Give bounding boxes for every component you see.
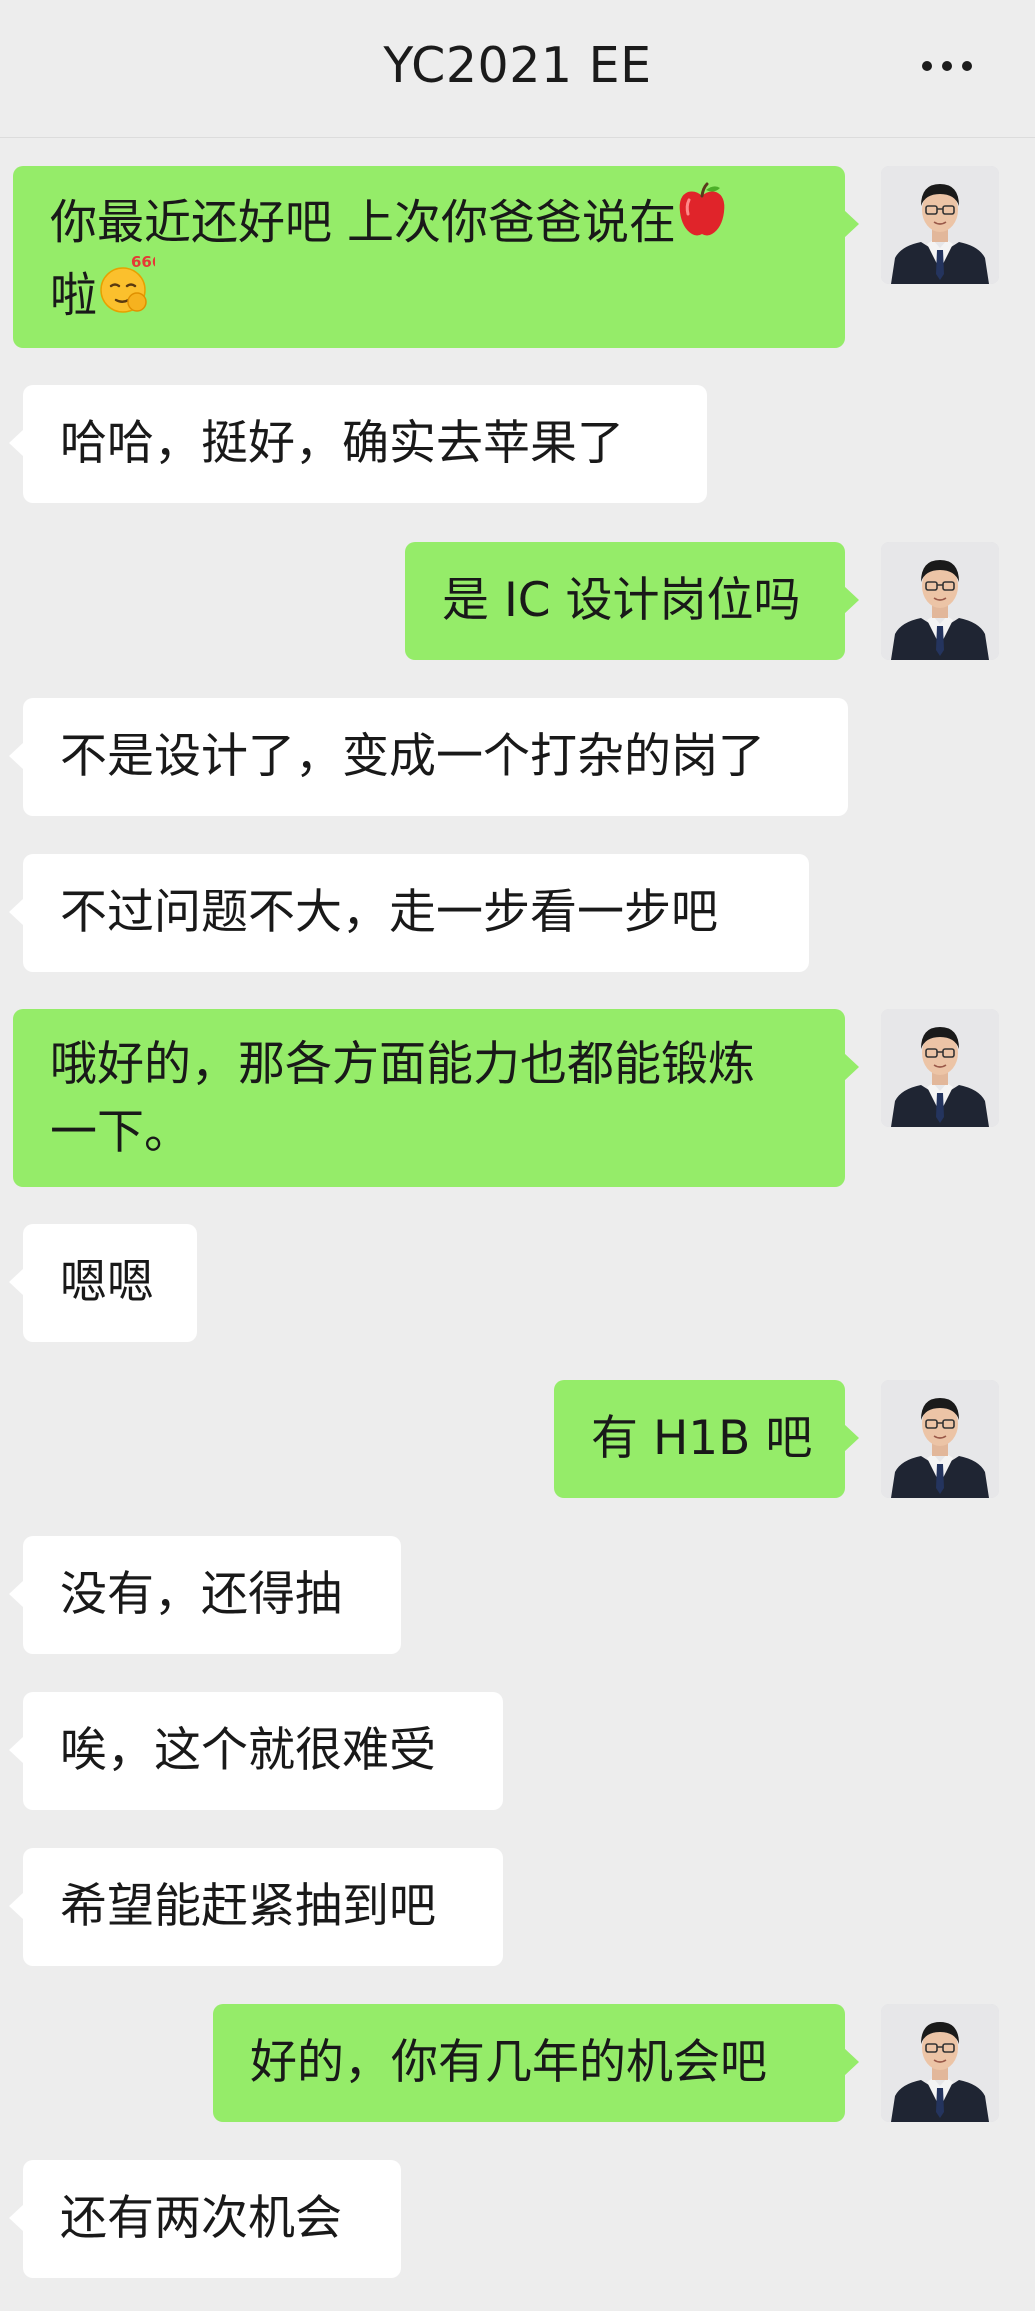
message-bubble-received[interactable]: 不是设计了，变成一个打杂的岗了: [9, 698, 848, 816]
message-text: 好的，你有几年的机会吧: [250, 2035, 767, 2090]
my-avatar[interactable]: [881, 2004, 999, 2122]
my-avatar[interactable]: [881, 1009, 999, 1127]
message-text: 不是设计了，变成一个打杂的岗了: [60, 729, 765, 784]
message-text: 不过问题不大，走一步看一步吧: [60, 885, 718, 940]
666-emoji-icon: 666: [97, 252, 162, 334]
message-text: 希望能赶紧抽到吧: [60, 1879, 436, 1934]
message-text: 哦好的，那各方面能力也都能锻炼: [50, 1037, 755, 1092]
message-text: 啦: [50, 268, 97, 324]
message-text: 没有，还得抽: [60, 1567, 342, 1622]
my-avatar[interactable]: [881, 1380, 999, 1498]
svg-text:666: 666: [131, 253, 155, 271]
message-text: 有 H1B 吧: [591, 1411, 813, 1466]
message-text: 嗯嗯: [60, 1255, 154, 1310]
message-text: 还有两次机会: [60, 2191, 342, 2246]
message-bubble-received[interactable]: 不过问题不大，走一步看一步吧: [9, 854, 809, 972]
message-bubble-received[interactable]: 唉，这个就很难受: [9, 1692, 503, 1810]
message-text: 唉，这个就很难受: [60, 1723, 436, 1778]
message-bubble-sent[interactable]: 你最近还好吧 上次你爸爸说在 啦 666: [13, 166, 859, 348]
message-bubble-received[interactable]: 哈哈，挺好，确实去苹果了: [9, 385, 707, 503]
message-bubble-received[interactable]: 嗯嗯: [9, 1224, 197, 1342]
message-bubble-received[interactable]: 还有两次机会: [9, 2160, 401, 2278]
my-avatar[interactable]: [881, 166, 999, 284]
red-apple-icon: [676, 182, 728, 258]
message-bubble-sent[interactable]: 是 IC 设计岗位吗: [405, 542, 859, 660]
message-bubble-received[interactable]: 希望能赶紧抽到吧: [9, 1848, 503, 1966]
message-text: 一下。: [50, 1105, 191, 1160]
message-bubble-sent[interactable]: 好的，你有几年的机会吧: [213, 2004, 859, 2122]
my-avatar[interactable]: [881, 542, 999, 660]
message-text: 哈哈，挺好，确实去苹果了: [60, 416, 624, 471]
message-bubble-received[interactable]: 没有，还得抽: [9, 1536, 401, 1654]
more-icon[interactable]: [917, 52, 977, 80]
message-bubble-sent[interactable]: 哦好的，那各方面能力也都能锻炼 一下。: [13, 1009, 859, 1187]
chat-header: YC2021 EE: [0, 0, 1035, 138]
chat-title: YC2021 EE: [383, 37, 652, 94]
message-bubble-sent[interactable]: 有 H1B 吧: [554, 1380, 859, 1498]
message-text: 是 IC 设计岗位吗: [442, 573, 801, 628]
message-text: 你最近还好吧 上次你爸爸说在: [50, 195, 676, 251]
